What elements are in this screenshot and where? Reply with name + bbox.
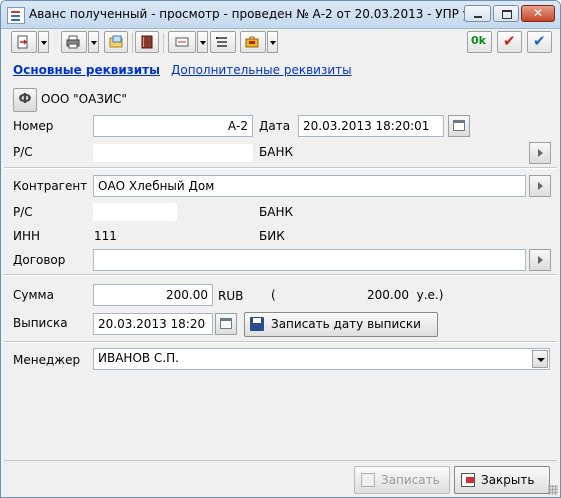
write-button-label: Записать (381, 473, 440, 487)
create-based-on-button[interactable] (11, 31, 37, 53)
manager-label: Менеджер (13, 353, 81, 367)
window-title: Аванс полученный - просмотр - проведен №… (29, 7, 492, 21)
date-field[interactable]: 20.03.2013 18:20:01 (298, 115, 444, 137)
printer-icon (66, 35, 80, 49)
close-button-label: Закрыть (481, 473, 535, 487)
tab-additional[interactable]: Дополнительные реквизиты (171, 63, 352, 77)
exit-icon (461, 473, 475, 487)
cp-account-label: Р/С (13, 205, 33, 219)
minimize-button[interactable] (464, 5, 491, 22)
cp-bank-label: БАНК (259, 205, 293, 219)
account-select-button[interactable] (529, 142, 551, 164)
document-arrow-icon (17, 35, 28, 49)
bank-label: БАНК (259, 145, 293, 159)
bik-label: БИК (259, 229, 285, 243)
save-statement-date-label: Записать дату выписки (271, 317, 421, 331)
book-icon (141, 35, 153, 49)
contract-label: Договор (13, 253, 66, 267)
write-button[interactable]: Записать (354, 466, 450, 494)
document-window: Аванс полученный - просмотр - проведен №… (0, 0, 561, 498)
title-bar: Аванс полученный - просмотр - проведен №… (1, 1, 560, 29)
counterparty-label: Контрагент (13, 179, 88, 193)
contract-field[interactable] (93, 249, 526, 271)
account-label: Р/С (13, 145, 33, 159)
sum-field[interactable]: 200.00 (93, 284, 213, 306)
statement-calendar-button[interactable] (215, 313, 237, 335)
sum-label: Сумма (13, 288, 54, 302)
manager-value: ИВАНОВ С.П. (98, 351, 179, 365)
create-based-on-dropdown[interactable] (38, 31, 49, 53)
toolbar: 0k ✔ ✔ (1, 29, 560, 58)
inn-label: ИНН (13, 229, 41, 243)
statement-date-field[interactable]: 20.03.2013 18:20 (93, 313, 213, 335)
briefcase-icon (245, 36, 259, 48)
journal-button[interactable] (135, 31, 159, 53)
write-icon (361, 473, 375, 487)
ue-open-paren: ( (271, 288, 276, 302)
print-dropdown[interactable] (88, 31, 99, 53)
card-button[interactable] (168, 31, 196, 53)
number-field[interactable]: А-2 (93, 115, 253, 137)
close-window-button[interactable] (521, 5, 555, 22)
number-label: Номер (13, 119, 54, 133)
actions-dropdown[interactable] (267, 31, 278, 53)
structure-button[interactable] (210, 31, 236, 53)
unpost-button[interactable]: ✔ (527, 31, 552, 53)
post-button[interactable]: ✔ (497, 31, 522, 53)
app-icon (7, 7, 25, 24)
cp-account-value (93, 203, 177, 221)
currency-label: RUB (218, 289, 244, 303)
red-check-icon: ✔ (503, 32, 516, 50)
date-calendar-button[interactable] (448, 115, 470, 137)
folder-image-icon (109, 35, 123, 48)
floppy-disk-icon (250, 317, 264, 331)
actions-button[interactable] (240, 31, 266, 53)
inn-value: 111 (94, 229, 117, 243)
ok-label: 0k (471, 34, 486, 47)
close-button[interactable]: Закрыть (454, 466, 550, 494)
counterparty-select-button[interactable] (529, 175, 551, 197)
contract-select-button[interactable] (529, 249, 551, 271)
ue-amount: 200.00 у.е.) (367, 288, 444, 302)
resize-grip-icon[interactable] (548, 485, 558, 495)
blue-check-icon: ✔ (533, 32, 546, 50)
attachments-button[interactable] (104, 31, 128, 53)
tab-main[interactable]: Основные реквизиты (13, 63, 160, 77)
save-statement-date-button[interactable]: Записать дату выписки (244, 312, 438, 337)
organization-button[interactable]: Ф (13, 88, 37, 112)
account-value (93, 144, 253, 162)
ok-button[interactable]: 0k (467, 31, 492, 53)
card-dropdown[interactable] (197, 31, 208, 53)
statement-label: Выписка (13, 316, 68, 330)
organization-name: ООО "ОАЗИС" (41, 92, 127, 106)
print-button[interactable] (61, 31, 87, 53)
date-label: Дата (259, 119, 291, 133)
list-icon (216, 37, 227, 47)
manager-select[interactable]: ИВАНОВ С.П. (93, 348, 550, 370)
maximize-button[interactable] (493, 5, 519, 22)
card-icon (175, 37, 189, 47)
chevron-down-icon[interactable] (532, 350, 548, 368)
counterparty-field[interactable]: ОАО Хлебный Дом (93, 175, 526, 197)
